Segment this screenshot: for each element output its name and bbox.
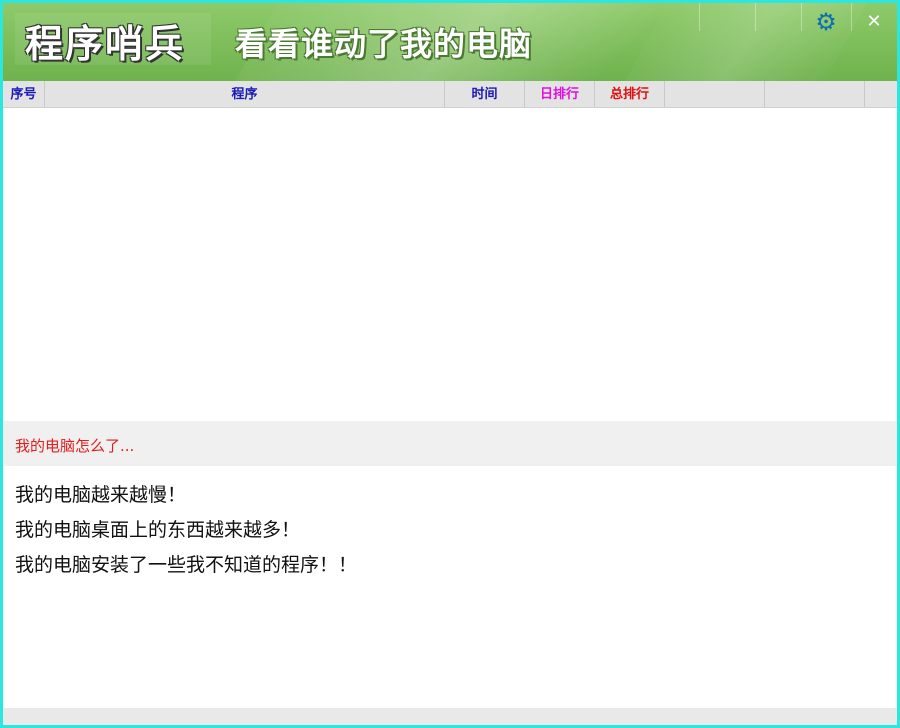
column-header-time[interactable]: 时间 xyxy=(445,81,525,107)
close-icon[interactable]: ✕ xyxy=(863,11,885,33)
app-title: 程序哨兵 xyxy=(25,21,186,66)
title-divider xyxy=(755,3,756,31)
title-divider xyxy=(851,3,852,31)
title-divider xyxy=(801,3,802,31)
gear-icon[interactable]: ⚙ xyxy=(813,9,839,35)
column-header-extra[interactable] xyxy=(665,81,765,107)
program-list-header: 序号 程序 时间 日排行 总排行 xyxy=(3,81,897,108)
info-section-title: 我的电脑怎么了... xyxy=(15,437,135,455)
info-section-bar: 我的电脑怎么了... xyxy=(3,421,897,466)
status-bar xyxy=(3,708,897,725)
column-header-total-rank[interactable]: 总排行 xyxy=(595,81,665,107)
app-slogan: 看看谁动了我的电脑 xyxy=(235,25,533,63)
info-description: 我的电脑越来越慢！ 我的电脑桌面上的东西越来越多！ 我的电脑安装了一些我不知道的… xyxy=(15,478,357,583)
column-header-index[interactable]: 序号 xyxy=(3,81,45,107)
title-divider xyxy=(699,3,700,31)
info-line: 我的电脑安装了一些我不知道的程序！！ xyxy=(15,554,358,576)
info-line: 我的电脑越来越慢！ xyxy=(15,484,187,506)
column-header-extra[interactable] xyxy=(765,81,865,107)
title-bar[interactable]: 程序哨兵 看看谁动了我的电脑 ⚙ ✕ xyxy=(3,3,897,81)
program-list[interactable] xyxy=(3,108,897,421)
column-header-daily-rank[interactable]: 日排行 xyxy=(525,81,595,107)
app-window: 程序哨兵 看看谁动了我的电脑 ⚙ ✕ 序号 程序 时间 日排行 总排行 我的电脑… xyxy=(0,0,900,728)
info-line: 我的电脑桌面上的东西越来越多！ xyxy=(15,519,301,541)
column-header-program[interactable]: 程序 xyxy=(45,81,445,107)
